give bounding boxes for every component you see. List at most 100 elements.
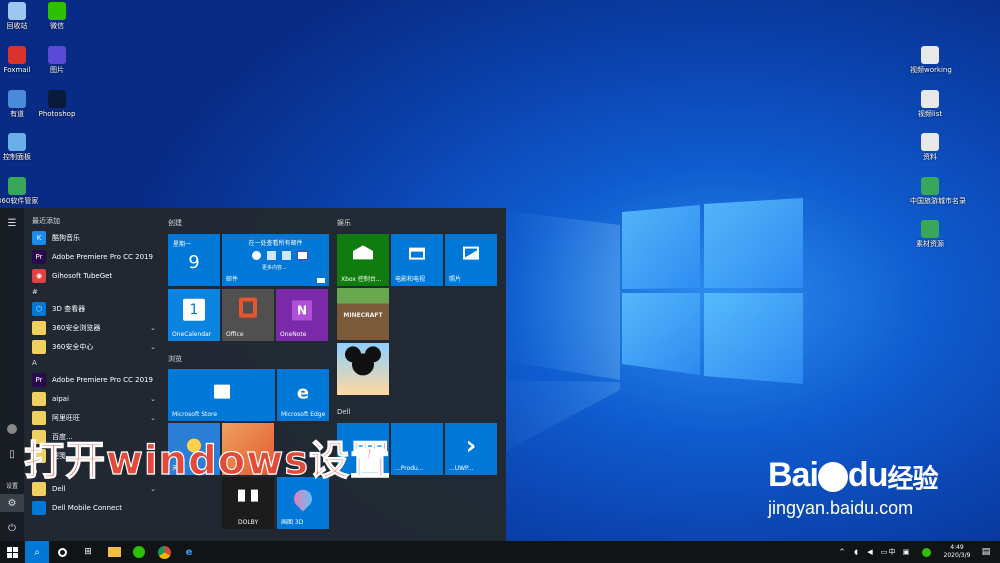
- file-explorer-icon[interactable]: [102, 541, 126, 563]
- app-label: Gihosoft TubeGet: [52, 271, 113, 280]
- chevron-down-icon[interactable]: ⌄: [150, 414, 156, 422]
- tile-onecalendar[interactable]: 1 OneCalendar: [168, 289, 220, 341]
- tile-mickey[interactable]: [337, 343, 389, 395]
- tile-movies[interactable]: 电影和电视: [391, 234, 443, 286]
- app-list-item[interactable]: 阿里旺旺 ⌄: [28, 408, 160, 427]
- kugou-icon: K: [32, 230, 46, 245]
- tile-store[interactable]: Microsoft Store: [168, 369, 275, 421]
- gear-icon[interactable]: ⚙: [0, 494, 24, 512]
- dolby-label: DOLBY: [238, 519, 259, 526]
- chrome-icon[interactable]: [152, 541, 176, 563]
- desktop-icon[interactable]: Photoshop: [37, 90, 77, 118]
- desktop-icon[interactable]: 资料: [910, 133, 950, 161]
- tile-onenote[interactable]: N OneNote: [276, 289, 328, 341]
- desktop-icon-label: 控制面板: [3, 153, 31, 161]
- minecraft-label: MINECRAFT: [343, 312, 383, 319]
- office-icon: [239, 297, 257, 318]
- desktop-icon[interactable]: 微信: [37, 2, 77, 30]
- tile-calendar[interactable]: 星期一 9: [168, 234, 220, 286]
- user-icon[interactable]: [0, 420, 24, 438]
- google-icon: [252, 251, 261, 260]
- desktop-icon[interactable]: 素材资源: [910, 220, 950, 248]
- desktop-icon[interactable]: 控制面板: [0, 133, 37, 161]
- windows-start-icon[interactable]: [0, 541, 24, 563]
- power-icon[interactable]: ⏻: [0, 519, 24, 537]
- desktop-icon[interactable]: Foxmail: [0, 46, 37, 74]
- chevron-down-icon[interactable]: ⌄: [150, 343, 156, 351]
- wechat-icon[interactable]: [127, 541, 151, 563]
- premiere-icon: Pr: [32, 249, 46, 264]
- app-list-item[interactable]: Dell Mobile Connect: [28, 498, 160, 517]
- desktop-app-icon: [48, 90, 66, 108]
- store-label: Microsoft Store: [172, 411, 218, 418]
- app-list-item[interactable]: 360安全浏览器 ⌄: [28, 318, 160, 337]
- desktop-app-icon: [921, 90, 939, 108]
- chevron-down-icon[interactable]: ⌄: [150, 324, 156, 332]
- desktop-icon[interactable]: 有道: [0, 90, 37, 118]
- tile-photos[interactable]: 照片: [445, 234, 497, 286]
- document-icon[interactable]: ▯: [0, 445, 24, 463]
- ie-icon[interactable]: e: [177, 541, 201, 563]
- edge-icon: e: [296, 382, 310, 404]
- desktop-icon-label: Photoshop: [38, 110, 76, 118]
- ime-indicator[interactable]: 中: [886, 541, 898, 563]
- app-tray-icon[interactable]: ▣: [900, 541, 912, 563]
- app-list-item[interactable]: Pr Adobe Premiere Pro CC 2019: [28, 370, 160, 389]
- tile-xbox[interactable]: Xbox 控制台...: [337, 234, 389, 286]
- app-label: 3D 查看器: [52, 304, 86, 313]
- notification-icon[interactable]: ▤: [978, 541, 994, 563]
- app-list-item[interactable]: ⬡ 3D 查看器: [28, 299, 160, 318]
- search-icon[interactable]: ⌕: [25, 541, 49, 563]
- folder-icon: [32, 320, 46, 335]
- folder-icon: [32, 410, 46, 425]
- tile-office[interactable]: Office: [222, 289, 274, 341]
- onenote-icon: N: [292, 300, 312, 321]
- onecalendar-label: OneCalendar: [172, 331, 212, 338]
- task-view-icon[interactable]: ⊞: [76, 541, 100, 563]
- group-create: 创建: [168, 219, 182, 227]
- chevron-up-icon[interactable]: ^: [836, 541, 848, 563]
- cortana-icon[interactable]: [50, 541, 74, 563]
- desktop-icon[interactable]: 视频list: [910, 90, 950, 118]
- settings-label: 设置: [5, 482, 18, 490]
- volume-icon[interactable]: ◀: [864, 541, 876, 563]
- desktop-icon[interactable]: 中国旅游城市名录: [910, 177, 966, 205]
- app-list-item[interactable]: aipai ⌄: [28, 389, 160, 408]
- desktop-app-icon: [8, 46, 26, 64]
- hamburger-icon[interactable]: ☰: [0, 214, 24, 232]
- desktop-icon-label: 视频list: [917, 110, 943, 118]
- mickey-icon: [352, 353, 374, 376]
- mic-icon[interactable]: ◖: [850, 541, 862, 563]
- wechat-tray-icon[interactable]: [918, 541, 934, 563]
- desktop-icon[interactable]: 视频working: [910, 46, 952, 74]
- tile-dell-2[interactable]: ...Produ...: [391, 423, 443, 475]
- app-label: 阿里旺旺: [52, 413, 80, 422]
- tile-edge[interactable]: e Microsoft Edge: [277, 369, 329, 421]
- dolby-icon: [238, 489, 258, 502]
- desktop-icon[interactable]: 图片: [37, 46, 77, 74]
- app-list-item[interactable]: ◉ Gihosoft TubeGet: [28, 266, 160, 285]
- desktop-icon[interactable]: 360软件管家: [0, 177, 38, 205]
- desktop-icon-label: 微信: [50, 22, 64, 30]
- tile-minecraft[interactable]: MINECRAFT: [337, 288, 389, 340]
- outlook-icon: [267, 251, 276, 260]
- app-list-item[interactable]: 360安全中心 ⌄: [28, 337, 160, 356]
- calendar-day: 9: [188, 252, 200, 273]
- desktop-icon[interactable]: 回收站: [0, 2, 37, 30]
- exchange-icon: [282, 251, 291, 260]
- baidu-watermark: Bai du经验 jingyan.baidu.com: [768, 456, 968, 519]
- photos-label: 照片: [449, 276, 462, 283]
- baidu-url: jingyan.baidu.com: [768, 497, 914, 518]
- tile-mail[interactable]: 在一处查看所有邮件 更多内容... 邮件: [222, 234, 329, 286]
- desktop-icon-label: 图片: [50, 66, 64, 74]
- app-list-item[interactable]: K 酷狗音乐: [28, 228, 160, 247]
- clock[interactable]: 4:49 2020/3/9: [940, 541, 974, 563]
- chevron-down-icon[interactable]: ⌄: [150, 395, 156, 403]
- letter-header[interactable]: A: [28, 356, 160, 370]
- desktop-icon-label: 资料: [923, 153, 937, 161]
- tile-dell-3[interactable]: › ...UWP...: [445, 423, 497, 475]
- letter-header[interactable]: #: [28, 285, 160, 299]
- app-list-item[interactable]: Pr Adobe Premiere Pro CC 2019: [28, 247, 160, 266]
- app-label: Adobe Premiere Pro CC 2019: [52, 252, 153, 261]
- film-icon: [409, 247, 425, 260]
